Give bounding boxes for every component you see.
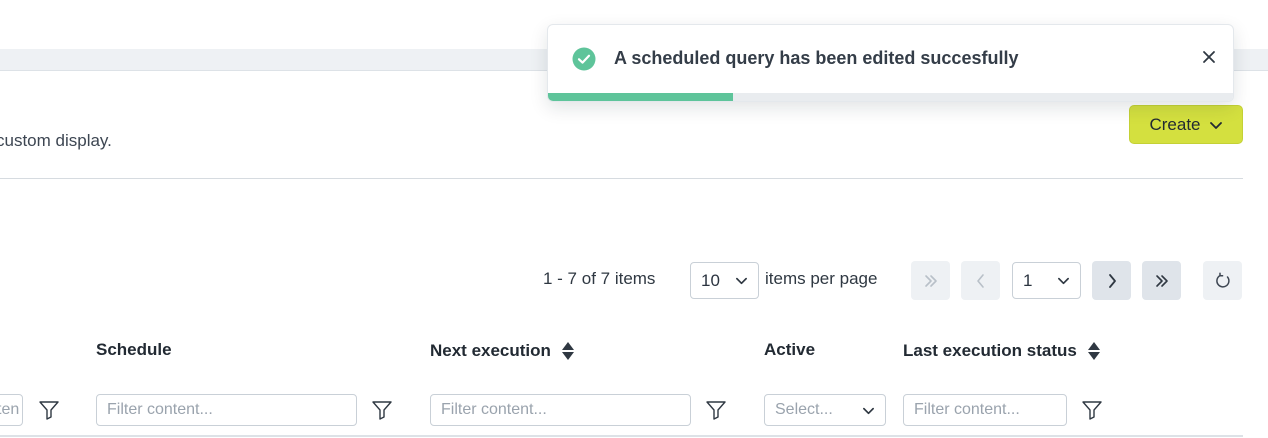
chevron-left-icon <box>976 273 984 288</box>
first-page-button[interactable] <box>911 261 950 300</box>
filter-select-value: Select... <box>775 401 833 418</box>
chevron-down-icon <box>736 277 747 285</box>
page-number-select[interactable]: 1 <box>1012 262 1081 299</box>
create-button-label: Create <box>1149 114 1201 134</box>
filter-input-last-execution-status[interactable]: Filter content... <box>903 394 1067 426</box>
table-header-divider <box>0 435 1243 437</box>
previous-page-button[interactable] <box>961 261 1000 300</box>
column-header-active: Active <box>764 340 815 360</box>
filter-icon[interactable] <box>1081 399 1103 421</box>
refresh-icon <box>1215 271 1230 288</box>
filter-input-schedule[interactable]: Filter content... <box>96 394 357 426</box>
per-page-label: items per page <box>765 269 878 288</box>
sort-icon[interactable] <box>1087 340 1101 362</box>
sort-icon[interactable] <box>561 340 575 362</box>
page-number-value: 1 <box>1023 270 1033 290</box>
chevron-right-icon <box>1108 273 1116 288</box>
next-page-button[interactable] <box>1092 261 1131 300</box>
toast-progress-bar <box>548 93 733 101</box>
close-icon[interactable] <box>1201 49 1217 65</box>
column-header-next-execution[interactable]: Next execution <box>430 340 575 362</box>
filter-input-partial[interactable]: ten <box>0 394 23 426</box>
filter-icon[interactable] <box>371 399 393 421</box>
double-chevron-left-icon <box>924 274 937 287</box>
page-description: custom display. <box>0 131 112 150</box>
filter-input-next-execution[interactable]: Filter content... <box>430 394 691 426</box>
per-page-select[interactable]: 10 <box>690 262 759 299</box>
filter-icon[interactable] <box>705 399 727 421</box>
toast-message: A scheduled query has been edited succes… <box>614 48 1019 68</box>
section-divider <box>0 178 1243 179</box>
column-header-schedule: Schedule <box>96 340 172 360</box>
column-label: Last execution status <box>903 341 1077 360</box>
column-header-last-execution-status[interactable]: Last execution status <box>903 340 1101 362</box>
check-circle-icon <box>572 47 596 71</box>
chevron-down-icon <box>1058 277 1069 285</box>
create-button[interactable]: Create <box>1129 105 1243 144</box>
filter-icon[interactable] <box>38 399 60 421</box>
success-toast: A scheduled query has been edited succes… <box>547 24 1234 102</box>
last-page-button[interactable] <box>1142 261 1181 300</box>
chevron-down-icon <box>863 407 874 414</box>
double-chevron-right-icon <box>1155 274 1168 287</box>
column-label: Active <box>764 340 816 359</box>
per-page-value: 10 <box>701 270 720 290</box>
column-label: Next execution <box>430 341 551 360</box>
column-label: Schedule <box>96 340 172 359</box>
filter-select-active[interactable]: Select... <box>764 394 886 426</box>
pagination-range: 1 - 7 of 7 items <box>543 269 656 288</box>
chevron-down-icon <box>1209 121 1222 129</box>
refresh-button[interactable] <box>1203 261 1242 300</box>
